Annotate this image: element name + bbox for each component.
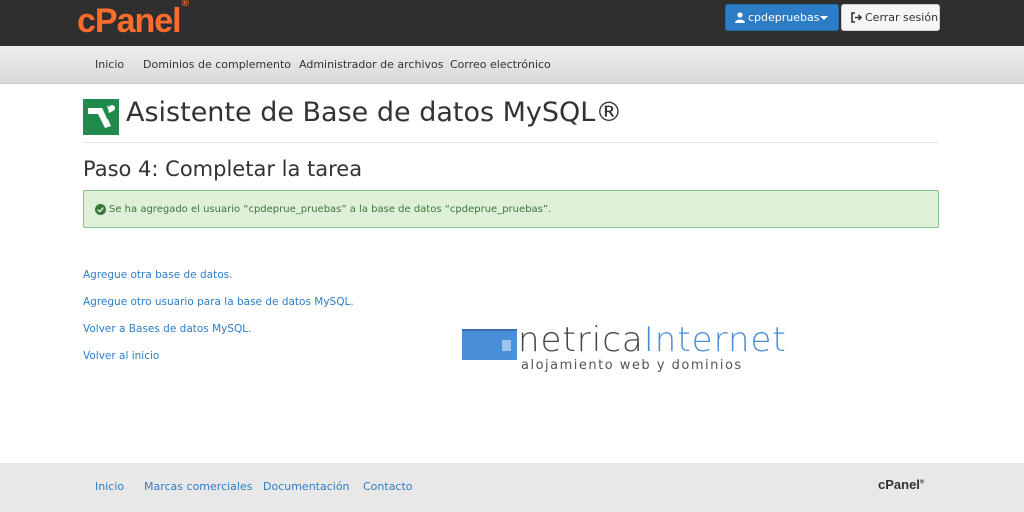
check-circle-icon [95, 203, 106, 215]
footer-cpanel-logo: cPanel® [878, 477, 925, 492]
success-alert: Se ha agregado el usuario “cpdeprue_prue… [83, 190, 939, 228]
footer: Inicio Marcas comerciales Documentación … [0, 463, 1024, 512]
footer-link-trademarks[interactable]: Marcas comerciales [144, 480, 252, 493]
user-icon [735, 12, 745, 23]
link-add-user[interactable]: Agregue otro usuario para la base de dat… [83, 296, 354, 308]
logout-icon [851, 12, 862, 23]
chevron-down-icon [820, 16, 828, 20]
logout-button[interactable]: Cerrar sesión [841, 4, 940, 31]
nav-item-inicio[interactable]: Inicio [95, 58, 124, 71]
main-nav: Inicio Dominios de complemento Administr… [0, 46, 1024, 84]
footer-link-inicio[interactable]: Inicio [95, 480, 124, 493]
nav-item-file-manager[interactable]: Administrador de archivos [299, 58, 443, 71]
title-divider [83, 142, 939, 143]
brand-tagline: alojamiento web y dominios [521, 358, 743, 373]
link-back-to-databases[interactable]: Volver a Bases de datos MySQL. [83, 323, 252, 335]
nav-item-email[interactable]: Correo electrónico [450, 58, 551, 71]
top-bar: cPanel® cpdepruebas Cerrar sesión [0, 0, 1024, 46]
page-title: Asistente de Base de datos MySQL® [126, 97, 623, 128]
brand-name: netricaInternet [518, 320, 787, 360]
alert-message: Se ha agregado el usuario “cpdeprue_prue… [109, 203, 552, 215]
logo-bar-square [502, 340, 511, 351]
mysql-wizard-icon [83, 99, 119, 135]
logo-bar [462, 331, 517, 360]
link-add-database[interactable]: Agregue otra base de datos. [83, 269, 232, 281]
footer-link-contact[interactable]: Contacto [363, 480, 413, 493]
cpanel-logo[interactable]: cPanel® [77, 0, 189, 41]
logout-label: Cerrar sesión [865, 11, 939, 24]
user-name-label: cpdepruebas [748, 11, 820, 24]
footer-link-documentation[interactable]: Documentación [263, 480, 350, 493]
user-menu-button[interactable]: cpdepruebas [725, 4, 839, 31]
nav-item-addon-domains[interactable]: Dominios de complemento [143, 58, 291, 71]
netrica-logo: netricaInternet alojamiento web y domini… [462, 320, 802, 378]
link-back-home[interactable]: Volver al inicio [83, 350, 159, 362]
step-title: Paso 4: Completar la tarea [83, 157, 363, 181]
